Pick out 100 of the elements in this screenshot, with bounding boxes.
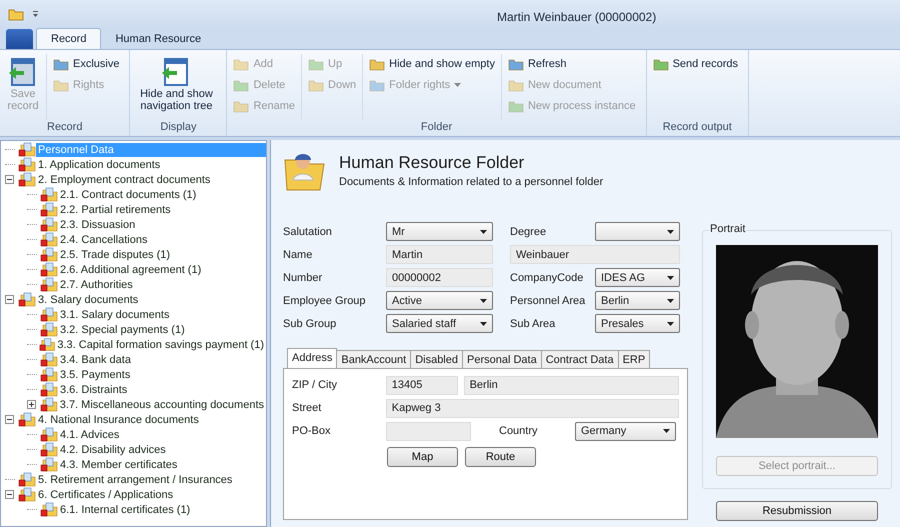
folder-title: Human Resource Folder — [339, 153, 526, 173]
tree-item[interactable]: 4. National Insurance documents — [36, 412, 201, 426]
folder-icon — [369, 57, 386, 71]
folder-icon — [308, 57, 324, 71]
field-label: Sub Group — [283, 318, 338, 330]
folder-icon — [40, 307, 58, 322]
ribbon-button[interactable]: Hide and show empty — [367, 54, 497, 74]
tab[interactable]: Address — [287, 348, 338, 369]
folder-icon — [233, 99, 250, 113]
tree-item[interactable]: 3.5. Payments — [58, 368, 132, 382]
input-field[interactable]: 00000002 — [386, 268, 493, 287]
dropdown[interactable]: Mr — [386, 222, 493, 241]
tree-item[interactable]: 4.1. Advices — [58, 428, 122, 442]
caret-icon — [480, 298, 487, 302]
tree-item[interactable]: 3.6. Distraints — [58, 382, 130, 396]
folder-icon — [38, 337, 56, 352]
tree-item[interactable]: 2.7. Authorities — [58, 278, 135, 292]
folder-icon — [40, 322, 58, 337]
caret-icon — [667, 230, 674, 234]
collapse-icon[interactable] — [5, 175, 14, 184]
tab[interactable]: Disabled — [410, 350, 463, 369]
button[interactable]: Map — [387, 447, 458, 467]
folder-icon — [233, 57, 250, 71]
tree-item[interactable]: 2.4. Cancellations — [58, 232, 150, 246]
folder-icon — [18, 487, 36, 502]
folder-icon — [508, 78, 524, 92]
folder-icon — [40, 427, 58, 442]
field-label: Sub Area — [510, 318, 556, 330]
tree-item[interactable]: 2.5. Trade disputes (1) — [58, 248, 172, 262]
ribbon-button[interactable]: Refresh — [506, 54, 638, 74]
input-field[interactable] — [386, 422, 471, 440]
dropdown[interactable]: Salaried staff — [386, 314, 493, 333]
field-label: Number — [283, 272, 324, 284]
folder-icon — [53, 78, 69, 92]
tree-item[interactable]: 3.2. Special payments (1) — [58, 322, 187, 336]
tree-item[interactable]: 4.2. Disability advices — [58, 442, 168, 456]
ribbon-tab[interactable]: Record — [36, 28, 102, 49]
field-label: Personnel Area — [510, 294, 586, 306]
folder-icon — [652, 57, 669, 71]
tree-item[interactable]: 2.1. Contract documents (1) — [58, 188, 198, 202]
tree-item[interactable]: 2.6. Additional agreement (1) — [58, 262, 204, 276]
folder-icon — [40, 442, 58, 457]
tree-item[interactable]: 3. Salary documents — [36, 292, 140, 306]
tree-item[interactable]: 1. Application documents — [36, 158, 162, 172]
input-field[interactable]: Martin — [386, 245, 493, 264]
tree-item[interactable]: 2. Employment contract documents — [36, 172, 212, 186]
group-label: Record — [46, 120, 84, 135]
dropdown-icon[interactable] — [32, 10, 39, 18]
field-label: Salutation — [283, 226, 333, 238]
collapse-icon[interactable] — [5, 415, 14, 424]
input-field[interactable]: Kapweg 3 — [386, 398, 679, 418]
input-field[interactable]: Berlin — [464, 376, 679, 394]
button[interactable]: Route — [465, 447, 536, 467]
folder-icon — [40, 202, 58, 217]
tree-item[interactable]: 5. Retirement arrangement / Insurances — [36, 472, 234, 486]
folder-icon — [40, 187, 58, 202]
tab[interactable]: ERP — [618, 350, 650, 369]
tree-item[interactable]: 3.1. Salary documents — [58, 308, 172, 322]
folder-icon — [40, 277, 58, 292]
input-field[interactable]: 13405 — [386, 376, 458, 394]
collapse-icon[interactable] — [5, 490, 14, 499]
resubmission-button[interactable]: Resubmission — [716, 501, 878, 521]
folder-icon — [18, 412, 36, 427]
tree-item[interactable]: 6. Certificates / Applications — [36, 488, 176, 502]
folder-icon — [508, 99, 524, 113]
folder-icon — [18, 142, 36, 157]
folder-icon — [18, 172, 36, 187]
dropdown[interactable]: Active — [386, 291, 493, 310]
tree-item[interactable]: 4.3. Member certificates — [58, 458, 180, 472]
dropdown[interactable]: Germany — [575, 422, 676, 440]
collapse-icon[interactable] — [5, 295, 14, 304]
expand-icon[interactable] — [27, 400, 36, 409]
field-label: CompanyCode — [510, 272, 584, 284]
folder-icon — [40, 502, 58, 517]
tree-item[interactable]: 2.2. Partial retirements — [58, 202, 173, 216]
ribbon-button[interactable]: Hide and show navigation tree — [134, 54, 218, 112]
input-field[interactable]: Weinbauer — [510, 245, 680, 264]
folder-icon — [40, 382, 58, 397]
group-label: Folder — [420, 120, 454, 135]
folder-icon — [18, 472, 36, 487]
folder-icon — [40, 367, 58, 382]
tree-item[interactable]: 3.3. Capital formation savings payment (1) — [55, 338, 266, 352]
dropdown[interactable]: IDES AG — [595, 268, 680, 287]
dropdown[interactable] — [595, 222, 680, 241]
dropdown[interactable]: Presales — [595, 314, 680, 333]
ribbon-button[interactable]: Exclusive — [51, 54, 122, 74]
tree-item[interactable]: 6.1. Internal certificates (1) — [58, 502, 192, 516]
tree-item[interactable]: 3.4. Bank data — [58, 352, 133, 366]
ribbon-tab[interactable]: Human Resource — [101, 29, 216, 49]
folder-icon — [233, 78, 250, 92]
folder-icon[interactable] — [8, 7, 24, 21]
caret-icon — [667, 298, 674, 302]
tree-item[interactable]: 2.3. Dissuasion — [58, 218, 138, 232]
tree-item[interactable]: 3.7. Miscellaneous accounting documents — [58, 398, 266, 412]
tab[interactable]: BankAccount — [336, 350, 412, 369]
tab[interactable]: Contract Data — [540, 350, 619, 369]
ribbon-button[interactable]: Send records — [650, 54, 740, 74]
field-label: PO-Box — [292, 425, 332, 437]
dropdown[interactable]: Berlin — [595, 291, 680, 310]
tab[interactable]: Personal Data — [462, 350, 542, 369]
